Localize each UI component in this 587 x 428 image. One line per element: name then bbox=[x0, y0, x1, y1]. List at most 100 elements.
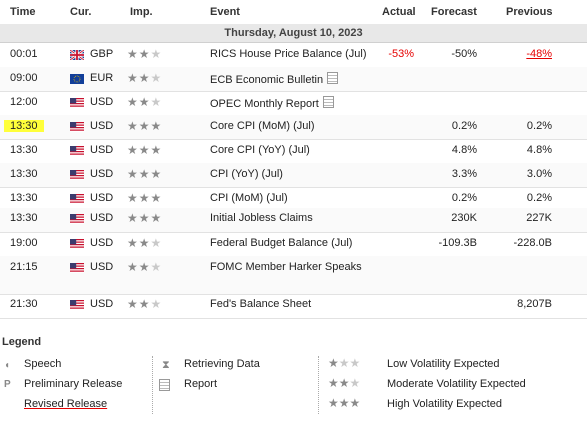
event-previous: -228.0B bbox=[513, 237, 552, 249]
event-currency: USD bbox=[90, 168, 114, 180]
table-row[interactable]: 13:30 USD ★★★ Initial Jobless Claims 230K 227… bbox=[0, 208, 587, 233]
event-name-text[interactable]: RICS House Price Balance (Jul) bbox=[210, 48, 367, 60]
event-time: 13:30 bbox=[4, 120, 44, 132]
table-row[interactable]: 13:30 USD ★★★ CPI (YoY) (Jul) 3.3% 3.0% bbox=[0, 163, 587, 188]
us-flag-icon bbox=[70, 170, 84, 180]
event-name[interactable]: Federal Budget Balance (Jul) bbox=[210, 237, 352, 249]
event-name-text[interactable]: Core CPI (MoM) (Jul) bbox=[210, 120, 315, 132]
event-currency: USD bbox=[90, 120, 114, 132]
event-actual: -53% bbox=[388, 48, 414, 60]
importance-stars-icon: ★★★ bbox=[127, 47, 162, 61]
event-currency: EUR bbox=[90, 72, 114, 84]
event-name[interactable]: CPI (MoM) (Jul) bbox=[210, 192, 288, 204]
table-row[interactable]: 13:30 USD ★★★ CPI (MoM) (Jul) 0.2% 0.2% bbox=[0, 187, 587, 209]
event-currency: USD bbox=[90, 298, 114, 310]
gb-flag-icon bbox=[69, 49, 85, 61]
us-flag-icon bbox=[70, 214, 84, 224]
report-icon[interactable] bbox=[327, 72, 339, 84]
legend-high: High Volatility Expected bbox=[387, 398, 502, 410]
report-icon[interactable] bbox=[322, 96, 334, 108]
col-forecast[interactable]: Forecast bbox=[431, 6, 477, 18]
event-time: 09:00 bbox=[10, 72, 38, 84]
col-actual[interactable]: Actual bbox=[382, 6, 416, 18]
event-forecast: -109.3B bbox=[438, 237, 477, 249]
us-flag-icon bbox=[70, 300, 84, 310]
event-currency: USD bbox=[90, 261, 114, 273]
table-row[interactable]: 09:00 EUR ★★★ ECB Economic Bulletin bbox=[0, 67, 587, 92]
event-name-text[interactable]: CPI (MoM) (Jul) bbox=[210, 192, 288, 204]
col-importance[interactable]: Imp. bbox=[130, 6, 153, 18]
event-forecast: 230K bbox=[451, 212, 477, 224]
event-time: 21:30 bbox=[10, 298, 38, 310]
legend-divider bbox=[152, 356, 153, 414]
legend-low: Low Volatility Expected bbox=[387, 358, 500, 370]
event-name[interactable]: Core CPI (YoY) (Jul) bbox=[210, 144, 310, 156]
legend-revised: Revised Release bbox=[24, 398, 108, 410]
table-header: Time Cur. Imp. Event Actual Forecast Pre… bbox=[0, 0, 587, 25]
event-name-text[interactable]: ECB Economic Bulletin bbox=[210, 74, 323, 86]
event-time: 13:30 bbox=[10, 212, 38, 224]
high-volatility-stars-icon: ★★★ bbox=[328, 396, 361, 410]
event-name[interactable]: ECB Economic Bulletin bbox=[210, 72, 339, 86]
event-forecast: -50% bbox=[451, 48, 477, 60]
importance-stars-icon: ★★★ bbox=[127, 191, 162, 205]
event-time: 13:30 bbox=[10, 144, 38, 156]
event-currency: USD bbox=[90, 144, 114, 156]
event-previous: 3.0% bbox=[526, 168, 552, 180]
importance-stars-icon: ★★★ bbox=[127, 167, 162, 181]
legend-retrieving: Retrieving Data bbox=[184, 358, 260, 370]
event-time: 00:01 bbox=[10, 48, 38, 60]
event-name[interactable]: OPEC Monthly Report bbox=[210, 96, 334, 110]
col-event[interactable]: Event bbox=[210, 6, 240, 18]
col-previous[interactable]: Previous bbox=[506, 6, 552, 18]
col-currency[interactable]: Cur. bbox=[70, 6, 91, 18]
event-time: 19:00 bbox=[10, 237, 38, 249]
event-time: 13:30 bbox=[10, 168, 38, 180]
col-time[interactable]: Time bbox=[10, 6, 35, 18]
table-row[interactable]: 21:15 USD ★★★ FOMC Member Harker Speaks bbox=[0, 256, 587, 295]
event-name-text[interactable]: Initial Jobless Claims bbox=[210, 212, 313, 224]
importance-stars-icon: ★★★ bbox=[127, 260, 162, 274]
date-header: Thursday, August 10, 2023 bbox=[0, 24, 587, 43]
event-name[interactable]: Fed's Balance Sheet bbox=[210, 298, 311, 310]
event-name-text[interactable]: Federal Budget Balance (Jul) bbox=[210, 237, 352, 249]
us-flag-icon bbox=[70, 146, 84, 156]
us-flag-icon bbox=[70, 122, 84, 132]
event-name[interactable]: Initial Jobless Claims bbox=[210, 212, 313, 224]
importance-stars-icon: ★★★ bbox=[127, 95, 162, 109]
event-name-text[interactable]: FOMC Member Harker Speaks bbox=[210, 261, 362, 273]
table-row[interactable]: 13:30 USD ★★★ Core CPI (MoM) (Jul) 0.2% 0.2% bbox=[0, 115, 587, 140]
event-name[interactable]: CPI (YoY) (Jul) bbox=[210, 168, 283, 180]
table-row[interactable]: 00:01 GBP ★★★ RICS House Price Balance (Jul… bbox=[0, 43, 587, 68]
event-forecast: 0.2% bbox=[451, 192, 477, 204]
event-name[interactable]: RICS House Price Balance (Jul) bbox=[210, 48, 367, 60]
event-name-text[interactable]: CPI (YoY) (Jul) bbox=[210, 168, 283, 180]
table-row[interactable]: 21:30 USD ★★★ Fed's Balance Sheet 8,207B bbox=[0, 294, 587, 319]
report-icon bbox=[159, 379, 170, 391]
legend-speech: Speech bbox=[24, 358, 62, 370]
importance-stars-icon: ★★★ bbox=[127, 119, 162, 133]
table-row[interactable]: 19:00 USD ★★★ Federal Budget Balance (Jul) -… bbox=[0, 232, 587, 257]
event-name-text[interactable]: OPEC Monthly Report bbox=[210, 98, 319, 110]
retrieving-data-icon: ⧗ bbox=[162, 359, 170, 371]
event-name[interactable]: Core CPI (MoM) (Jul) bbox=[210, 120, 315, 132]
event-name-text[interactable]: Core CPI (YoY) (Jul) bbox=[210, 144, 310, 156]
event-name-text[interactable]: Fed's Balance Sheet bbox=[210, 298, 311, 310]
us-flag-icon bbox=[70, 263, 84, 273]
table-row[interactable]: 12:00 USD ★★★ OPEC Monthly Report bbox=[0, 91, 587, 116]
table-row[interactable]: 13:30 USD ★★★ Core CPI (YoY) (Jul) 4.8% 4.8% bbox=[0, 139, 587, 164]
legend-preliminary: Preliminary Release bbox=[24, 378, 123, 390]
event-previous: -48% bbox=[526, 48, 552, 60]
event-previous: 0.2% bbox=[526, 120, 552, 132]
event-time: 21:15 bbox=[10, 261, 38, 273]
event-currency: USD bbox=[90, 212, 114, 224]
event-time: 13:30 bbox=[10, 192, 38, 204]
importance-stars-icon: ★★★ bbox=[127, 236, 162, 250]
moderate-volatility-stars-icon: ★★★ bbox=[328, 376, 361, 390]
event-currency: USD bbox=[90, 237, 114, 249]
event-previous: 0.2% bbox=[526, 192, 552, 204]
importance-stars-icon: ★★★ bbox=[127, 71, 162, 85]
low-volatility-stars-icon: ★★★ bbox=[328, 356, 361, 370]
event-name[interactable]: FOMC Member Harker Speaks bbox=[210, 261, 362, 273]
legend-divider bbox=[318, 356, 319, 414]
